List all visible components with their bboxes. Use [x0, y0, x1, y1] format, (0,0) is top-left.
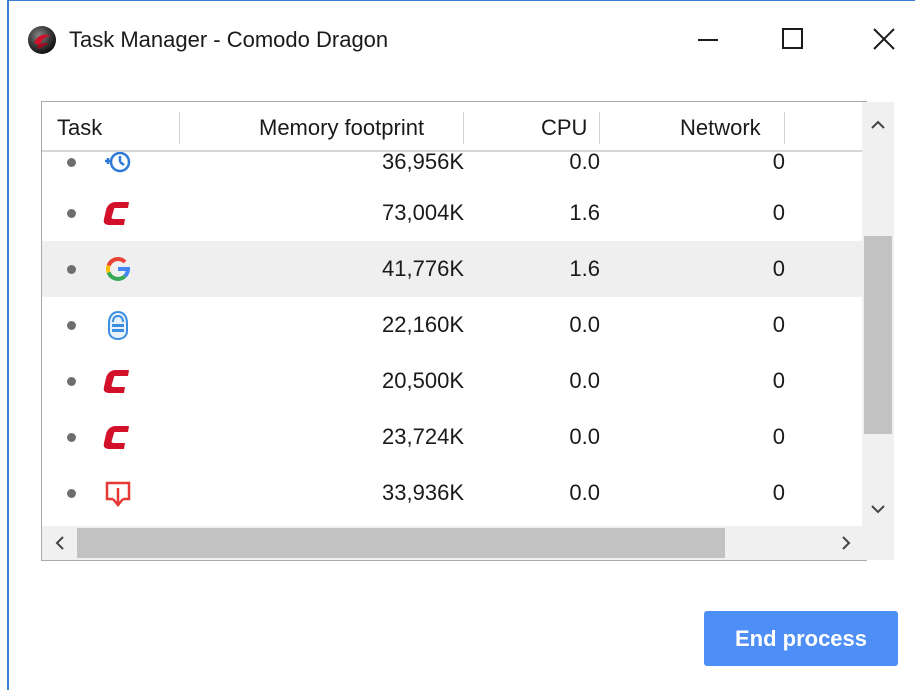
bullet	[67, 489, 76, 498]
close-icon[interactable]	[864, 19, 904, 59]
cpu-value: 0.0	[569, 312, 600, 337]
network-value: 0	[772, 368, 785, 393]
network-value: 0	[772, 312, 785, 337]
scroll-down-icon[interactable]	[862, 494, 894, 524]
memory-value: 41,776K	[382, 256, 464, 281]
column-header-network[interactable]: Network	[680, 114, 761, 142]
bullet	[67, 377, 76, 386]
cpu-value: 0.0	[569, 424, 600, 449]
memory-value: 36,956K	[382, 152, 464, 174]
scroll-left-icon[interactable]	[44, 526, 76, 560]
table-row[interactable]: 23,724K 0.0 0	[42, 409, 862, 465]
comodo-c-icon	[103, 202, 129, 225]
cpu-value: 1.6	[569, 256, 600, 281]
bullet	[67, 265, 76, 274]
scroll-up-icon[interactable]	[862, 110, 894, 140]
network-value: 0	[772, 424, 785, 449]
column-header-cpu[interactable]: CPU	[541, 114, 587, 142]
network-value: 0	[772, 200, 785, 225]
comodo-dragon-icon	[28, 26, 56, 54]
google-g-icon	[106, 257, 131, 281]
minimize-icon[interactable]	[688, 19, 728, 59]
table-row[interactable]: 22,160K 0.0 0	[42, 297, 862, 353]
cpu-value: 1.6	[569, 200, 600, 225]
network-value: 0	[772, 480, 785, 505]
cpu-value: 0.0	[569, 152, 600, 174]
memory-value: 33,936K	[382, 480, 464, 505]
horizontal-scroll-thumb[interactable]	[77, 528, 725, 558]
history-clock-icon	[105, 152, 131, 173]
column-divider[interactable]	[784, 112, 785, 144]
column-divider[interactable]	[179, 112, 180, 144]
table-header: Task Memory footprint CPU Network	[42, 102, 862, 152]
table-row[interactable]: 20,500K 0.0 0	[42, 353, 862, 409]
window-title: Task Manager - Comodo Dragon	[69, 27, 389, 52]
comodo-c-icon	[103, 370, 129, 393]
column-header-memory[interactable]: Memory footprint	[259, 114, 424, 142]
scroll-right-icon[interactable]	[830, 526, 862, 560]
network-value: 0	[772, 256, 785, 281]
column-divider[interactable]	[463, 112, 464, 144]
memory-value: 20,500K	[382, 368, 464, 393]
network-value: 0	[772, 152, 785, 174]
title-bar[interactable]: Task Manager - Comodo Dragon	[9, 1, 915, 75]
bullet	[67, 158, 76, 167]
scrollbar-corner	[862, 526, 894, 560]
vertical-scroll-thumb[interactable]	[864, 236, 892, 434]
memory-value: 22,160K	[382, 312, 464, 337]
media-download-icon	[105, 481, 131, 507]
end-process-button[interactable]: End process	[704, 611, 898, 666]
comodo-c-icon	[103, 426, 129, 449]
table-row[interactable]: 33,936K 0.0 0	[42, 465, 862, 521]
cpu-value: 0.0	[569, 368, 600, 393]
task-list: 36,956K 0.0 0 73,004K 1.6 0 41,776K 1.6 …	[42, 152, 862, 526]
column-divider[interactable]	[599, 112, 600, 144]
horizontal-scrollbar[interactable]	[42, 526, 862, 560]
maximize-icon[interactable]	[773, 19, 813, 59]
table-row[interactable]: 41,776K 1.6 0	[42, 241, 862, 297]
window-border-left	[7, 0, 9, 690]
column-header-task[interactable]: Task	[57, 114, 102, 142]
vertical-scrollbar[interactable]	[862, 102, 894, 526]
table-row[interactable]: 73,004K 1.6 0	[42, 185, 862, 241]
bullet	[67, 433, 76, 442]
memory-value: 73,004K	[382, 200, 464, 225]
memory-value: 23,724K	[382, 424, 464, 449]
bullet	[67, 209, 76, 218]
cpu-value: 0.0	[569, 480, 600, 505]
bullet	[67, 321, 76, 330]
vpn-shield-icon	[108, 310, 128, 341]
